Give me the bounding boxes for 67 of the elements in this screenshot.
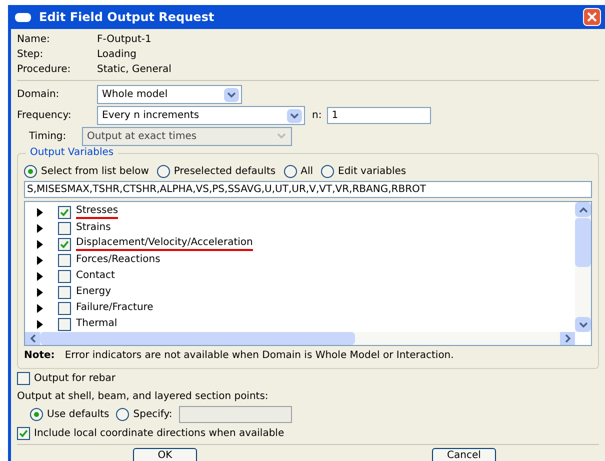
field-label: Name: xyxy=(17,33,51,47)
tree-item-label[interactable]: Thermal xyxy=(76,318,118,330)
checkbox[interactable] xyxy=(58,270,71,282)
field-value: Loading xyxy=(97,48,136,62)
tree-item-label[interactable]: Contact xyxy=(76,270,115,282)
radio-button[interactable] xyxy=(284,165,297,178)
radio-button[interactable] xyxy=(116,408,130,421)
scroll-thumb[interactable] xyxy=(575,218,591,267)
checkbox[interactable] xyxy=(58,302,71,314)
checkbox[interactable] xyxy=(17,427,30,440)
checkbox[interactable] xyxy=(17,372,30,385)
checkbox[interactable] xyxy=(58,286,71,298)
close-icon xyxy=(587,12,597,22)
window-icon xyxy=(15,12,31,22)
checkbox[interactable] xyxy=(58,254,71,266)
tree-item-label[interactable]: Energy xyxy=(76,286,112,298)
vertical-scrollbar[interactable] xyxy=(575,202,591,332)
radio-label: Select from list below xyxy=(41,165,149,179)
tree-item-label[interactable]: Stresses xyxy=(76,205,118,219)
variables-input-field[interactable]: S,MISESMAX,TSHR,CTSHR,ALPHA,VS,PS,SSAVG,U,UT,UR,V,VT,VR,RBANG,RBROT xyxy=(24,181,592,198)
field-label: Timing: xyxy=(29,130,68,144)
radio-label: Specify: xyxy=(133,408,172,422)
radio-button[interactable] xyxy=(24,165,37,178)
field-value: Static, General xyxy=(97,63,172,77)
checkbox[interactable] xyxy=(58,318,71,330)
section-points-label: Output at shell, beam, and layered section points: xyxy=(17,390,268,404)
scroll-down-icon[interactable] xyxy=(575,317,591,332)
scroll-up-icon[interactable] xyxy=(575,202,591,217)
checkbox[interactable] xyxy=(58,238,71,250)
dropdown-arrow-icon xyxy=(224,88,239,102)
close-button[interactable] xyxy=(583,8,601,26)
tree-item-label[interactable]: Strains xyxy=(76,222,111,234)
group-title: Output Variables xyxy=(26,147,118,159)
n-input-field[interactable]: 1 xyxy=(326,107,431,124)
radio-button[interactable] xyxy=(156,165,170,178)
checkbox-label: Output for rebar xyxy=(34,372,116,386)
dropdown-arrow-icon xyxy=(287,108,302,122)
horizontal-scrollbar[interactable] xyxy=(25,332,575,345)
domain-dropdown[interactable]: Whole model xyxy=(97,85,242,104)
field-label: Step: xyxy=(17,48,44,62)
checkbox[interactable] xyxy=(58,222,71,234)
note-text: Error indicators are not available when Domain is Whole Model or Interaction. xyxy=(64,348,454,362)
radio-label: Preselected defaults xyxy=(174,165,276,179)
scroll-right-icon[interactable] xyxy=(560,332,575,345)
checkbox[interactable] xyxy=(58,206,71,218)
note-label: Note: xyxy=(24,348,55,362)
radio-button[interactable] xyxy=(30,408,43,421)
tree-item-label[interactable]: Displacement/Velocity/Acceleration xyxy=(76,237,253,251)
frequency-dropdown[interactable]: Every n increments xyxy=(97,106,305,125)
dialog-button[interactable]: Cancel xyxy=(432,448,496,461)
scroll-left-icon[interactable] xyxy=(25,332,40,345)
radio-label: All xyxy=(300,165,314,179)
field-label: n: xyxy=(312,109,322,123)
radio-label: Edit variables xyxy=(338,165,406,179)
field-label: Procedure: xyxy=(17,63,72,77)
radio-button[interactable] xyxy=(321,165,334,178)
tree-item-label[interactable]: Failure/Fracture xyxy=(76,302,154,314)
radio-label: Use defaults xyxy=(47,408,110,422)
tree-item-label[interactable]: Forces/Reactions xyxy=(76,254,160,266)
field-label: Frequency: xyxy=(17,109,72,123)
scroll-thumb[interactable] xyxy=(40,332,355,345)
field-value: F-Output-1 xyxy=(97,33,152,47)
window-title: Edit Field Output Request xyxy=(39,9,216,26)
dialog-button[interactable]: OK xyxy=(133,448,197,461)
checkbox-label: Include local coordinate directions when available xyxy=(34,427,284,441)
specify-input-field[interactable] xyxy=(179,406,292,423)
field-label: Domain: xyxy=(17,88,60,102)
